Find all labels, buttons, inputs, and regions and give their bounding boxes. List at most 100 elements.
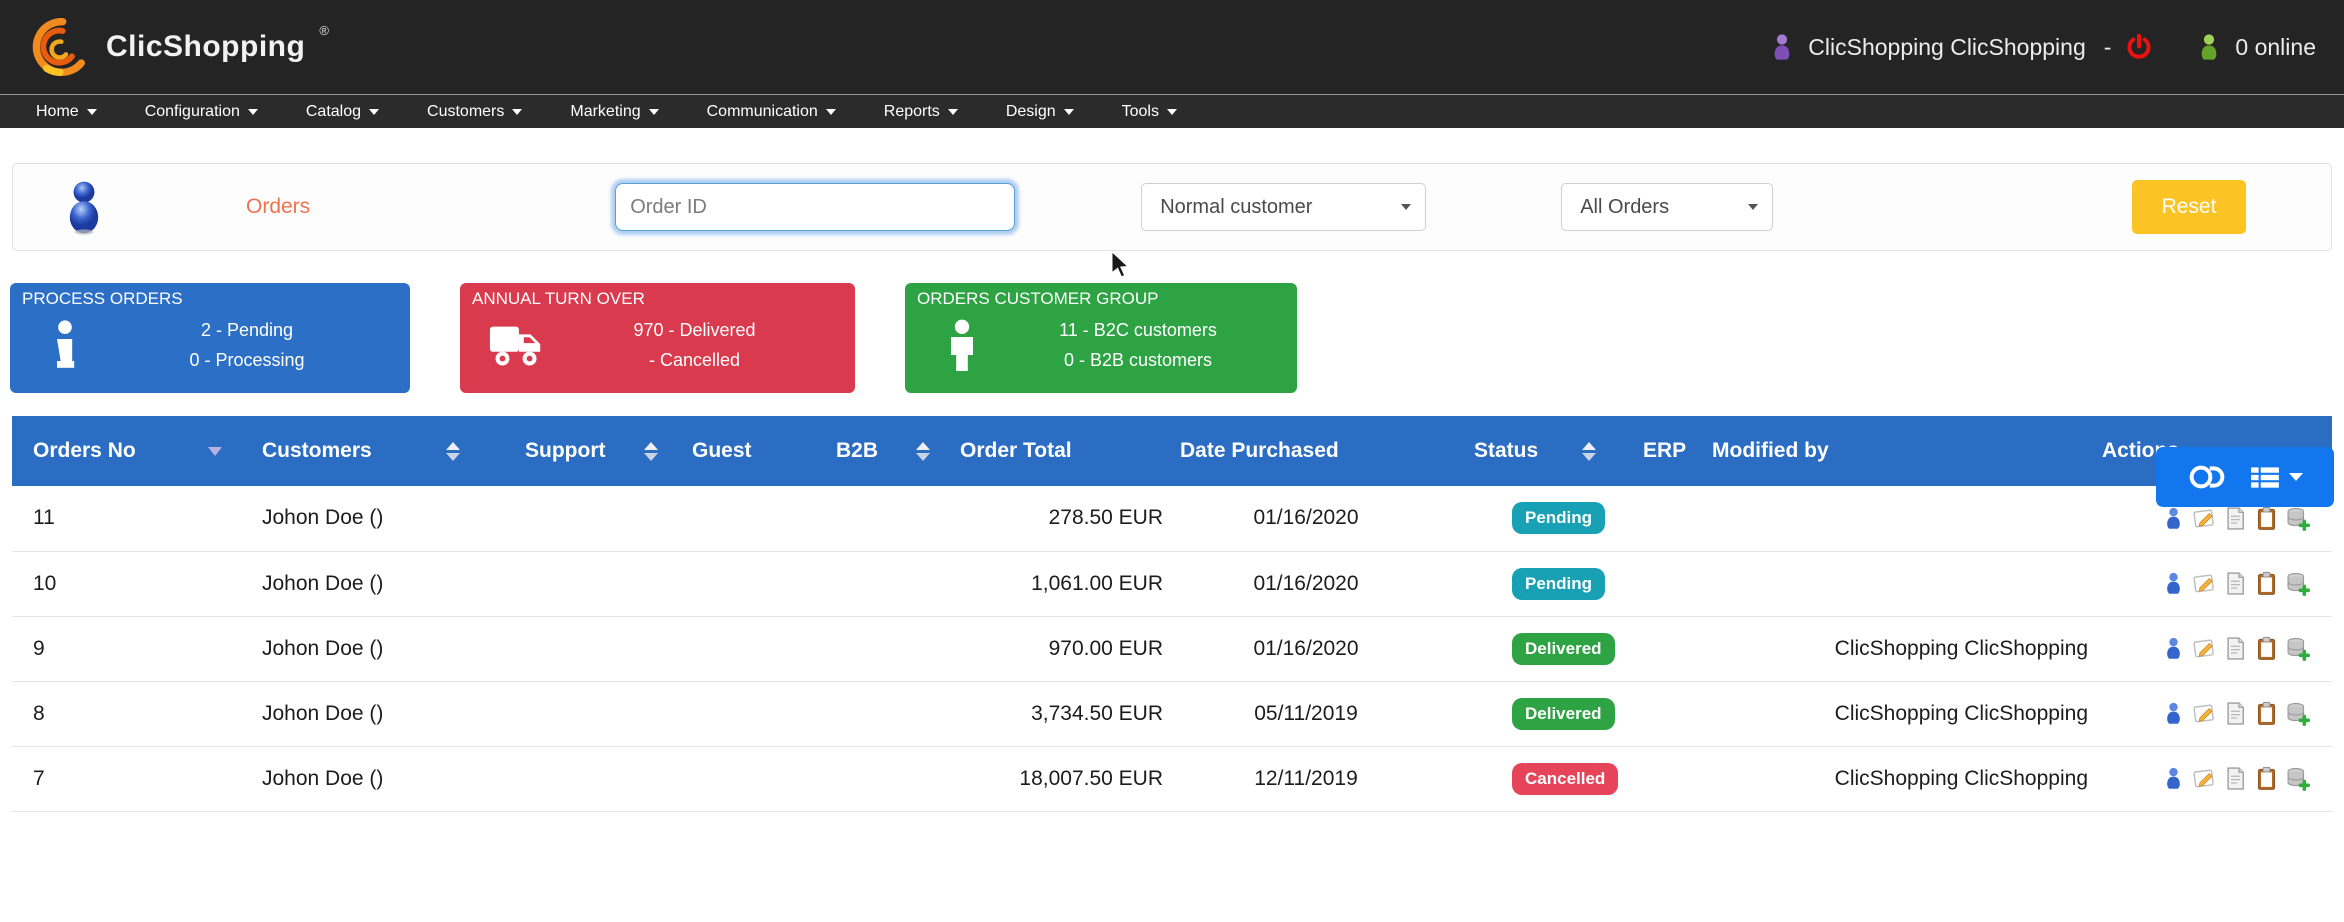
chevron-down-icon (247, 108, 258, 115)
screen: ClicShopping ® ClicShopping ClicShopping… (0, 0, 2344, 922)
invoice-icon[interactable] (2223, 766, 2248, 791)
nav-label: Catalog (305, 102, 362, 120)
list-view-button[interactable] (2249, 463, 2303, 491)
card-lines: 2 - Pending 0 - Processing (96, 316, 398, 375)
col-header-orders-no[interactable]: Orders No (12, 416, 252, 486)
customer-cell: Johon Doe () (252, 616, 512, 682)
edit-icon[interactable] (2192, 766, 2217, 791)
col-header-status[interactable]: Status (1432, 416, 1632, 486)
chevron-down-icon (947, 108, 958, 115)
table-row[interactable]: 8 Johon Doe () 3,734.50 EUR 05/11/2019 D… (12, 681, 2332, 747)
nav-item-reports[interactable]: Reports (860, 95, 982, 129)
nav-item-communication[interactable]: Communication (683, 95, 860, 129)
status-badge: Pending (1512, 567, 1606, 600)
customer-icon[interactable] (2161, 766, 2186, 791)
order-status-select[interactable]: All Orders (1561, 183, 1774, 231)
nav-label: Design (1005, 102, 1056, 120)
nav-item-home[interactable]: Home (12, 95, 121, 129)
actions-cell (2102, 746, 2332, 812)
online-group: 0 online (2197, 33, 2316, 61)
packing-slip-icon[interactable] (2254, 766, 2279, 791)
date-purchased-cell: 05/11/2019 (1180, 681, 1432, 747)
sort-icon[interactable] (644, 441, 658, 461)
col-header-guest[interactable]: Guest (680, 416, 824, 486)
invoice-icon[interactable] (2223, 571, 2248, 596)
col-header-modified-by[interactable]: Modified by (1712, 416, 2102, 486)
view-controls (2156, 447, 2334, 507)
col-header-date-purchased[interactable]: Date Purchased (1180, 416, 1432, 486)
customer-icon[interactable] (2161, 636, 2186, 661)
customer-icon[interactable] (2161, 701, 2186, 726)
edit-icon[interactable] (2192, 636, 2217, 661)
col-header-customers[interactable]: Customers (252, 416, 512, 486)
sort-icon[interactable] (916, 441, 930, 461)
edit-icon[interactable] (2192, 506, 2217, 531)
edit-icon[interactable] (2192, 571, 2217, 596)
card-line: - Cancelled (648, 350, 741, 370)
col-header-erp[interactable]: ERP (1632, 416, 1712, 486)
nav-item-marketing[interactable]: Marketing (546, 95, 682, 129)
actions-cell (2102, 681, 2332, 747)
col-header-order-total[interactable]: Order Total (960, 416, 1180, 486)
invoice-icon[interactable] (2223, 701, 2248, 726)
nav-label: Tools (1121, 102, 1159, 120)
status-badge: Delivered (1512, 632, 1615, 665)
add-record-icon[interactable] (2285, 571, 2310, 596)
packing-slip-icon[interactable] (2254, 636, 2279, 661)
customer-icon[interactable] (2161, 571, 2186, 596)
page-title: Orders (246, 195, 311, 218)
invoice-icon[interactable] (2223, 636, 2248, 661)
customer-icon[interactable] (2161, 506, 2186, 531)
card-line: 970 - Delivered (633, 320, 756, 341)
packing-slip-icon[interactable] (2254, 506, 2279, 531)
col-label: Guest (692, 439, 752, 462)
order-no-cell: 8 (12, 681, 252, 747)
add-record-icon[interactable] (2285, 701, 2310, 726)
modified-by-cell (1712, 486, 2102, 552)
order-total-cell: 970.00 EUR (960, 616, 1180, 682)
nav-item-configuration[interactable]: Configuration (121, 95, 282, 129)
order-total-cell: 3,734.50 EUR (960, 681, 1180, 747)
nav-item-customers[interactable]: Customers (403, 95, 546, 129)
add-record-icon[interactable] (2285, 766, 2310, 791)
reset-button[interactable]: Reset (2132, 180, 2246, 234)
chevron-down-icon (825, 108, 836, 115)
add-record-icon[interactable] (2285, 506, 2310, 531)
order-id-input[interactable] (615, 183, 1016, 231)
table-row[interactable]: 11 Johon Doe () 278.50 EUR 01/16/2020 Pe… (12, 486, 2332, 552)
order-no-cell: 11 (12, 486, 252, 552)
col-header-support[interactable]: Support (512, 416, 680, 486)
truck-icon (489, 326, 541, 366)
brand[interactable]: ClicShopping ® (28, 15, 329, 79)
sort-icon[interactable] (446, 441, 460, 461)
status-badge: Pending (1512, 502, 1606, 535)
admin-user-name[interactable]: ClicShopping ClicShopping (1808, 34, 2085, 61)
erp-cell (1632, 681, 1712, 747)
date-purchased-cell: 01/16/2020 (1180, 551, 1432, 617)
nav-item-catalog[interactable]: Catalog (282, 95, 403, 129)
customer-group-select[interactable]: Normal customer (1141, 183, 1427, 231)
edit-icon[interactable] (2192, 701, 2217, 726)
table-row[interactable]: 10 Johon Doe () 1,061.00 EUR 01/16/2020 … (12, 551, 2332, 617)
packing-slip-icon[interactable] (2254, 701, 2279, 726)
packing-slip-icon[interactable] (2254, 571, 2279, 596)
header-right: ClicShopping ClicShopping - 0 online (1770, 33, 2316, 61)
guest-cell (680, 486, 824, 552)
invoice-icon[interactable] (2223, 506, 2248, 531)
nav-item-design[interactable]: Design (982, 95, 1098, 129)
table-row[interactable]: 7 Johon Doe () 18,007.50 EUR 12/11/2019 … (12, 746, 2332, 812)
nav-label: Marketing (570, 102, 641, 120)
add-record-icon[interactable] (2285, 636, 2310, 661)
col-header-b2b[interactable]: B2B (824, 416, 960, 486)
card-title: ORDERS CUSTOMER GROUP (917, 289, 1159, 308)
nav-item-tools[interactable]: Tools (1098, 95, 1201, 129)
status-badge: Cancelled (1512, 762, 1619, 795)
toggle-view-button[interactable] (2187, 463, 2229, 491)
col-label: Order Total (960, 439, 1072, 462)
sort-desc-icon[interactable] (208, 446, 222, 456)
online-count: 0 online (2235, 33, 2316, 60)
sort-icon[interactable] (1582, 441, 1596, 461)
logout-power-icon[interactable] (2125, 33, 2153, 61)
online-user-icon (2202, 34, 2217, 60)
table-row[interactable]: 9 Johon Doe () 970.00 EUR 01/16/2020 Del… (12, 616, 2332, 682)
